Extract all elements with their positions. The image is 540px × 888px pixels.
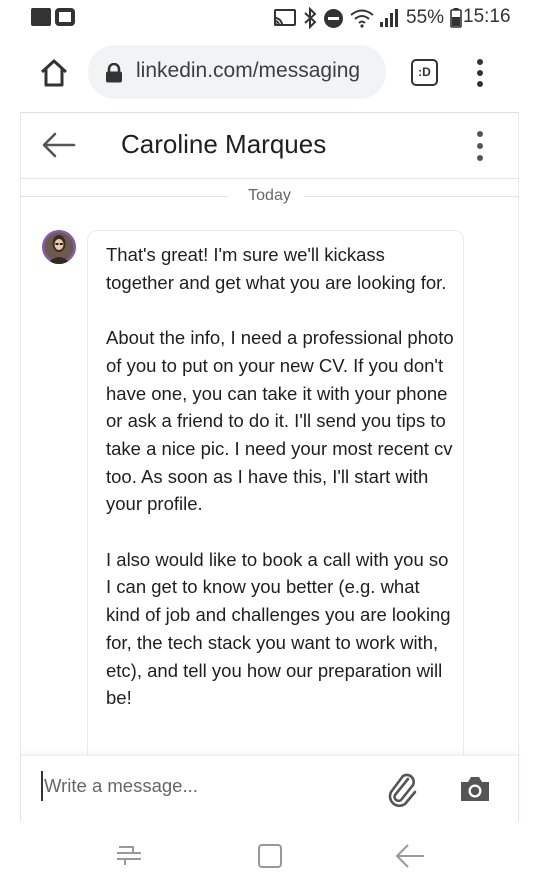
do-not-disturb-icon bbox=[324, 8, 343, 28]
bluetooth-icon bbox=[304, 7, 317, 29]
home-icon[interactable] bbox=[38, 57, 70, 89]
messaging-frame: Caroline Marques Today That's great! I'm… bbox=[20, 112, 519, 823]
browser-menu-icon[interactable] bbox=[470, 58, 490, 88]
home-nav-icon[interactable] bbox=[256, 842, 284, 870]
tab-switcher-button[interactable]: :D bbox=[411, 59, 438, 86]
url-text: linkedin.com/messaging bbox=[136, 59, 361, 82]
camera-icon[interactable] bbox=[459, 775, 491, 803]
status-bar: 55% 15:16 bbox=[0, 0, 540, 36]
conversation-header: Caroline Marques bbox=[21, 113, 518, 179]
message-paragraph: That's great! I'm sure we'll kickass tog… bbox=[106, 244, 447, 293]
message-paragraph: About the info, I need a professional ph… bbox=[106, 327, 454, 515]
browser-toolbar: linkedin.com/messaging :D bbox=[0, 36, 540, 112]
message-bubble: That's great! I'm sure we'll kickass tog… bbox=[87, 230, 464, 770]
status-icons: 55% bbox=[273, 7, 462, 29]
clock: 15:16 bbox=[463, 6, 511, 27]
day-divider: Today bbox=[21, 183, 518, 209]
avatar-photo bbox=[42, 230, 76, 264]
message-body: That's great! I'm sure we'll kickass tog… bbox=[106, 241, 456, 740]
wifi-icon bbox=[350, 9, 374, 28]
paperclip-icon[interactable] bbox=[386, 771, 418, 807]
system-navigation-bar bbox=[0, 822, 540, 888]
lock-icon bbox=[106, 63, 122, 83]
message-input[interactable] bbox=[41, 771, 361, 801]
back-nav-icon[interactable] bbox=[394, 842, 426, 870]
message-composer bbox=[21, 755, 518, 823]
url-fade bbox=[364, 45, 386, 99]
contact-name[interactable]: Caroline Marques bbox=[121, 129, 326, 160]
battery-icon bbox=[450, 8, 462, 28]
message-paragraph: I also would like to book a call with yo… bbox=[106, 548, 451, 709]
notification-icon bbox=[31, 8, 51, 26]
avatar[interactable] bbox=[42, 230, 76, 264]
conversation-menu-icon[interactable] bbox=[470, 129, 490, 163]
back-arrow-icon[interactable] bbox=[41, 130, 77, 160]
notification-outline-icon bbox=[55, 8, 75, 26]
address-bar[interactable]: linkedin.com/messaging bbox=[88, 45, 386, 99]
screen-cast-icon bbox=[274, 9, 296, 26]
cell-signal-icon bbox=[380, 9, 398, 27]
day-label: Today bbox=[238, 187, 301, 204]
recent-apps-icon[interactable] bbox=[113, 842, 145, 870]
battery-percent: 55% bbox=[406, 7, 445, 28]
